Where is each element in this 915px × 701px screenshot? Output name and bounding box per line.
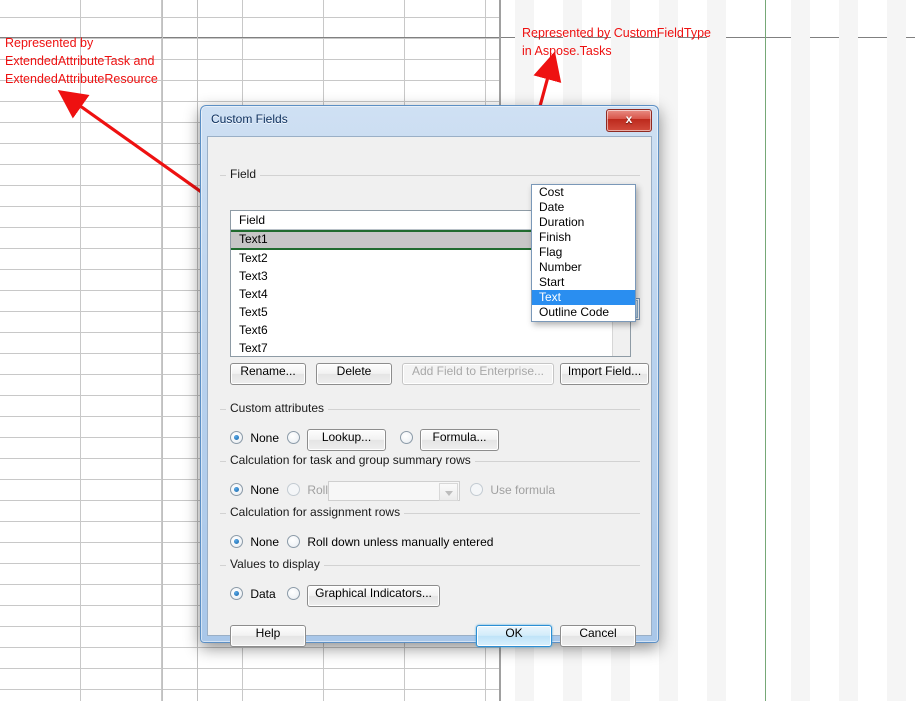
formula-button[interactable]: Formula... [420,429,499,451]
graphical-indicators-button[interactable]: Graphical Indicators... [307,585,440,607]
radio-data-icon[interactable] [230,587,243,600]
radio-none-icon[interactable] [230,431,243,444]
chevron-down-icon [439,483,458,501]
radio-none-label: None [250,535,280,549]
dialog-title: Custom Fields [211,112,288,126]
dialog-titlebar[interactable]: Custom Fields x [201,106,658,136]
assignment-rows-legend: Calculation for assignment rows [226,505,405,519]
radio-use-formula-label: Use formula [490,483,556,497]
radio-none-icon[interactable] [230,535,243,548]
type-dropdown-option[interactable]: Flag [532,245,635,260]
radio-formula-icon[interactable] [400,431,413,444]
group-rule [220,175,640,176]
import-field-button[interactable]: Import Field... [560,363,649,385]
type-dropdown-option[interactable]: Finish [532,230,635,245]
type-dropdown-option[interactable]: Date [532,200,635,215]
field-list-item[interactable]: Text6 [231,322,630,340]
ok-button[interactable]: OK [476,625,552,647]
radio-roll-down-label: Roll down unless manually entered [307,535,494,549]
close-icon[interactable]: x [606,109,652,132]
attributes-radio-lookup[interactable] [287,431,300,445]
values-radio-data[interactable]: Data [230,587,276,601]
lookup-button[interactable]: Lookup... [307,429,386,451]
type-dropdown-list[interactable]: Cost Date Duration Finish Flag Number Start Tex… [531,184,636,322]
type-dropdown-option[interactable]: Number [532,260,635,275]
summary-radio-none[interactable]: None [230,483,279,497]
summary-radio-use-formula: Use formula [470,483,555,497]
gantt-nonworking-band [839,0,858,701]
radio-none-icon[interactable] [230,483,243,496]
sheet-column-divider-a [162,0,163,701]
radio-lookup-icon[interactable] [287,431,300,444]
radio-indicators-icon[interactable] [287,587,300,600]
values-radio-indicators[interactable] [287,587,300,601]
help-button[interactable]: Help [230,625,306,647]
rollup-combobox [328,481,460,501]
radio-rollup-icon [287,483,300,496]
gantt-nonworking-band [791,0,810,701]
rename-button[interactable]: Rename... [230,363,306,385]
type-dropdown-option[interactable]: Start [532,275,635,290]
radio-none-label: None [250,431,280,445]
type-dropdown-option[interactable]: Outline Code [532,305,635,320]
add-field-to-enterprise-button: Add Field to Enterprise... [402,363,554,385]
field-group-legend: Field [226,167,261,181]
field-list-item[interactable]: Text7 [231,340,630,356]
radio-use-formula-icon [470,483,483,496]
radio-none-label: None [250,483,280,497]
gantt-nonworking-band [887,0,906,701]
summary-rows-legend: Calculation for task and group summary r… [226,453,475,467]
cancel-button[interactable]: Cancel [560,625,636,647]
radio-roll-down-icon[interactable] [287,535,300,548]
type-dropdown-option[interactable]: Text [532,290,635,305]
gantt-nonworking-band [659,0,678,701]
type-dropdown-option[interactable]: Cost [532,185,635,200]
gantt-today-line [765,0,766,701]
attributes-radio-formula[interactable] [400,431,413,445]
type-dropdown-option[interactable]: Duration [532,215,635,230]
custom-attributes-legend: Custom attributes [226,401,329,415]
annotation-custom-field-type: Represented by CustomFieldType in Aspose… [522,26,711,58]
annotation-extended-attribute: Represented by ExtendedAttributeTask and… [5,36,158,86]
gantt-nonworking-band [707,0,726,701]
values-to-display-legend: Values to display [226,557,324,571]
attributes-radio-none[interactable]: None [230,431,279,445]
assignment-radio-none[interactable]: None [230,535,279,549]
delete-button[interactable]: Delete [316,363,392,385]
radio-data-label: Data [250,587,276,601]
assignment-radio-roll-down[interactable]: Roll down unless manually entered [287,535,493,549]
sheet-column-divider-b [197,0,198,701]
